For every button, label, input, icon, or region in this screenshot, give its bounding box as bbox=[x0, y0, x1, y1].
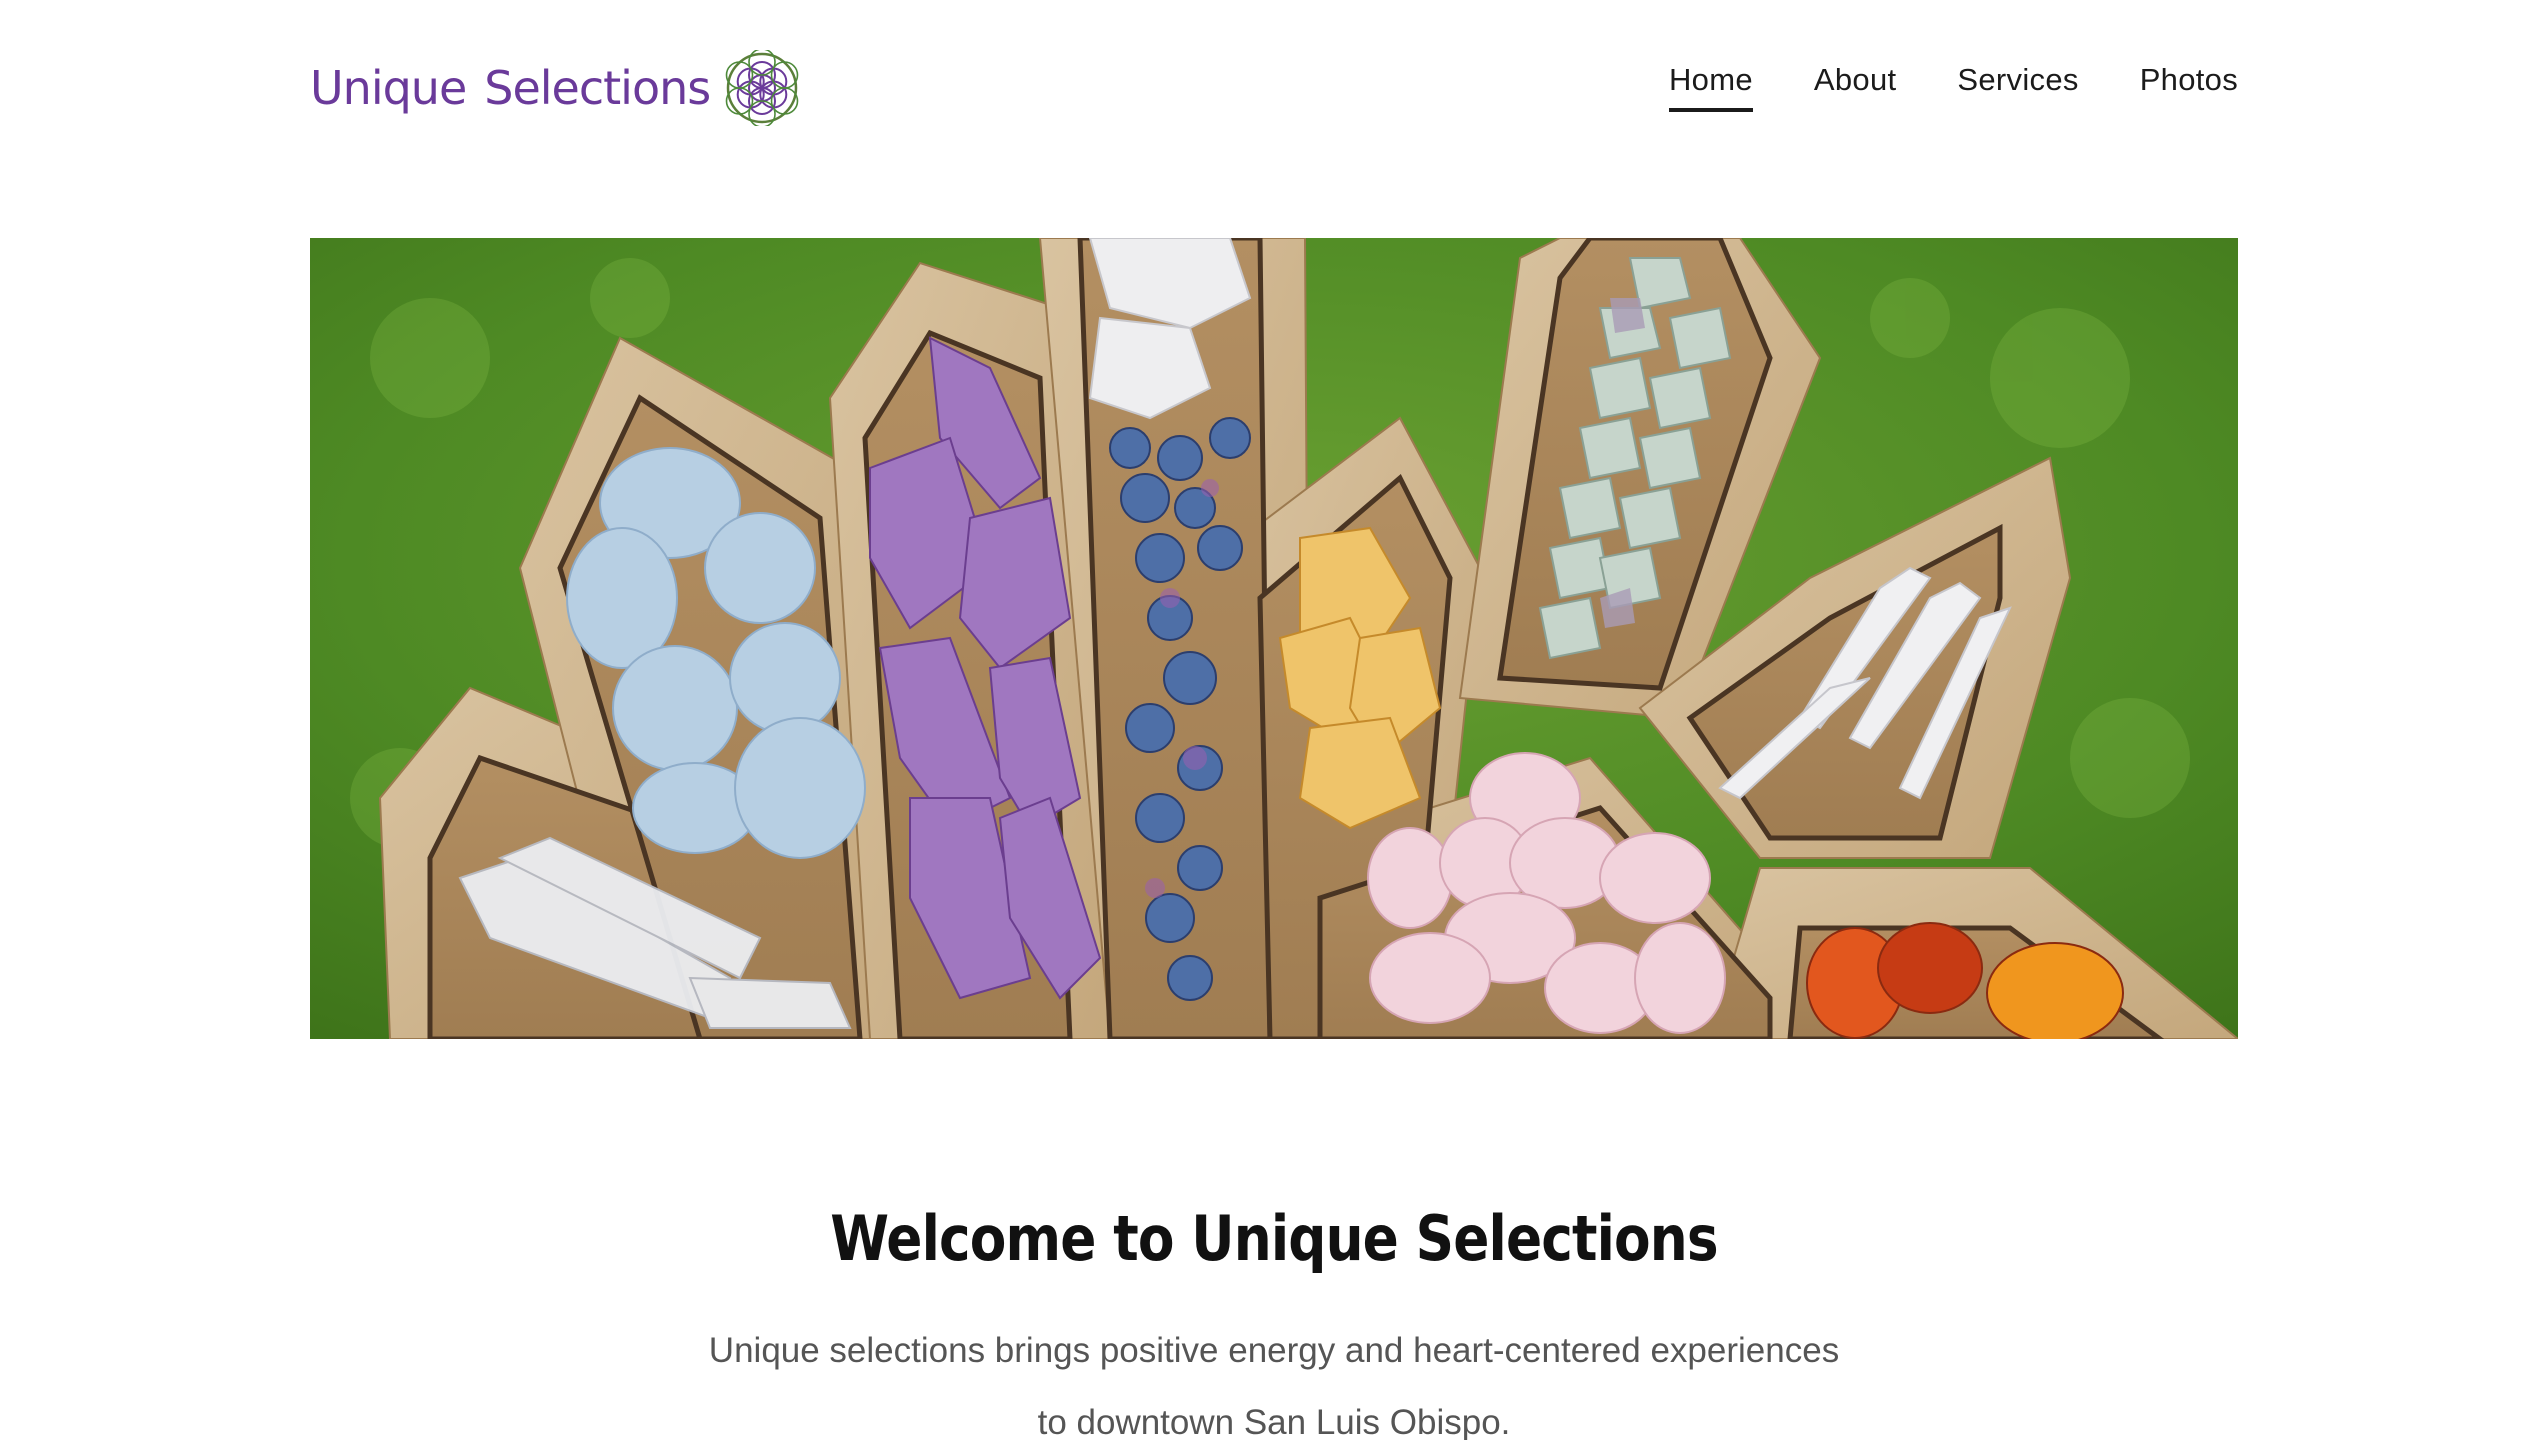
nav-home[interactable]: Home bbox=[1668, 62, 1753, 112]
welcome-line-2: to downtown San Luis Obispo. bbox=[1037, 1403, 1511, 1440]
page: Unique Selections Home About Services Ph… bbox=[0, 0, 2548, 1440]
site-header: Unique Selections Home About Services Ph… bbox=[310, 40, 2238, 140]
logo-text-part2: Selections bbox=[484, 61, 711, 115]
welcome-title: Welcome to Unique Selections bbox=[830, 1201, 1718, 1275]
flower-of-life-icon bbox=[725, 50, 799, 126]
nav-photos[interactable]: Photos bbox=[2140, 62, 2238, 112]
logo-link[interactable]: Unique Selections bbox=[310, 46, 800, 130]
crystal-tray-photo bbox=[310, 238, 2238, 1039]
welcome-description: Unique selections brings positive energy… bbox=[0, 1315, 2548, 1440]
welcome-line-1: Unique selections brings positive energy… bbox=[708, 1331, 1840, 1370]
main-nav: Home About Services Photos bbox=[1608, 62, 2238, 112]
nav-services[interactable]: Services bbox=[1957, 62, 2078, 112]
hero-image bbox=[310, 238, 2238, 1039]
logo-text: Unique Selections bbox=[310, 61, 711, 115]
logo-text-part1: Unique bbox=[310, 61, 467, 115]
nav-about[interactable]: About bbox=[1814, 62, 1897, 112]
